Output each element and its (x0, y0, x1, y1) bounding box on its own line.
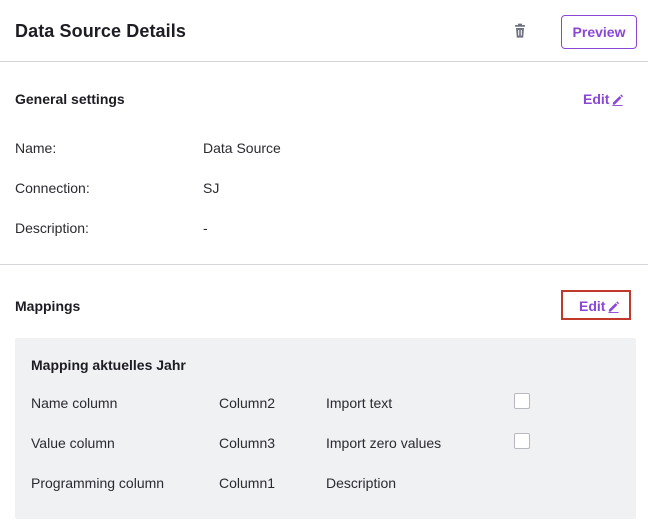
field-label-connection: Connection: (15, 180, 90, 196)
mapping-option-label: Import zero values (326, 435, 442, 451)
mapping-value: Column3 (219, 435, 276, 451)
pencil-icon (608, 300, 620, 313)
mapping-value: Column2 (219, 395, 276, 411)
preview-button[interactable]: Preview (561, 15, 637, 49)
trash-icon[interactable] (512, 23, 528, 39)
field-value-description: - (203, 220, 208, 236)
edit-label: Edit (583, 91, 610, 107)
mapping-value: Column1 (219, 475, 276, 491)
import-text-checkbox[interactable] (514, 393, 530, 409)
mapping-label: Value column (31, 435, 115, 451)
general-edit-button[interactable]: Edit (583, 91, 624, 107)
section-divider (0, 264, 648, 265)
pencil-icon (612, 93, 624, 106)
mappings-edit-button[interactable]: Edit (579, 298, 620, 314)
import-zero-values-checkbox[interactable] (514, 433, 530, 449)
general-settings-title: General settings (15, 91, 125, 107)
mapping-option-label: Import text (326, 395, 393, 411)
edit-label: Edit (579, 298, 606, 314)
field-value-name: Data Source (203, 140, 281, 156)
mapping-label: Name column (31, 395, 118, 411)
page-header: Data Source Details Preview (0, 0, 648, 62)
mapping-panel: Mapping aktuelles Jahr Name column Colum… (15, 338, 636, 519)
field-label-description: Description: (15, 220, 89, 236)
mappings-title: Mappings (15, 298, 81, 314)
mapping-label: Programming column (31, 475, 165, 491)
field-value-connection: SJ (203, 180, 220, 196)
mapping-title: Mapping aktuelles Jahr (31, 357, 186, 373)
field-label-name: Name: (15, 140, 57, 156)
page-title: Data Source Details (15, 21, 186, 41)
mapping-option-label: Description (326, 475, 397, 491)
